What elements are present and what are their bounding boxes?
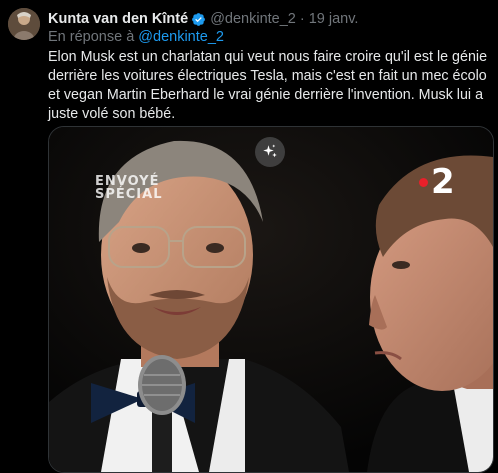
avatar[interactable] bbox=[8, 8, 40, 40]
user-handle[interactable]: @denkinte_2 bbox=[210, 10, 296, 28]
reply-to-link[interactable]: @denkinte_2 bbox=[138, 29, 224, 45]
tweet-media[interactable]: ENVOYÉ SPÉCIAL 2 bbox=[48, 126, 494, 473]
tweet[interactable]: Kunta van den Kînté @denkinte_2 · 19 jan… bbox=[0, 0, 498, 473]
tweet-text: Elon Musk est un charlatan qui veut nous… bbox=[48, 49, 488, 122]
separator: · bbox=[299, 11, 305, 27]
watermark-france2: 2 bbox=[419, 165, 455, 199]
display-name[interactable]: Kunta van den Kînté bbox=[48, 10, 188, 28]
timestamp[interactable]: 19 janv. bbox=[309, 10, 359, 28]
verified-badge-icon bbox=[191, 12, 206, 27]
reply-context: En réponse à @denkinte_2 bbox=[48, 28, 224, 46]
reply-prefix: En réponse à bbox=[48, 29, 135, 45]
sparkle-icon[interactable] bbox=[255, 137, 285, 167]
tweet-header: Kunta van den Kînté @denkinte_2 · 19 jan… bbox=[48, 10, 490, 28]
watermark-envoye-special: ENVOYÉ SPÉCIAL bbox=[95, 174, 163, 202]
france2-dot-icon bbox=[419, 177, 428, 187]
